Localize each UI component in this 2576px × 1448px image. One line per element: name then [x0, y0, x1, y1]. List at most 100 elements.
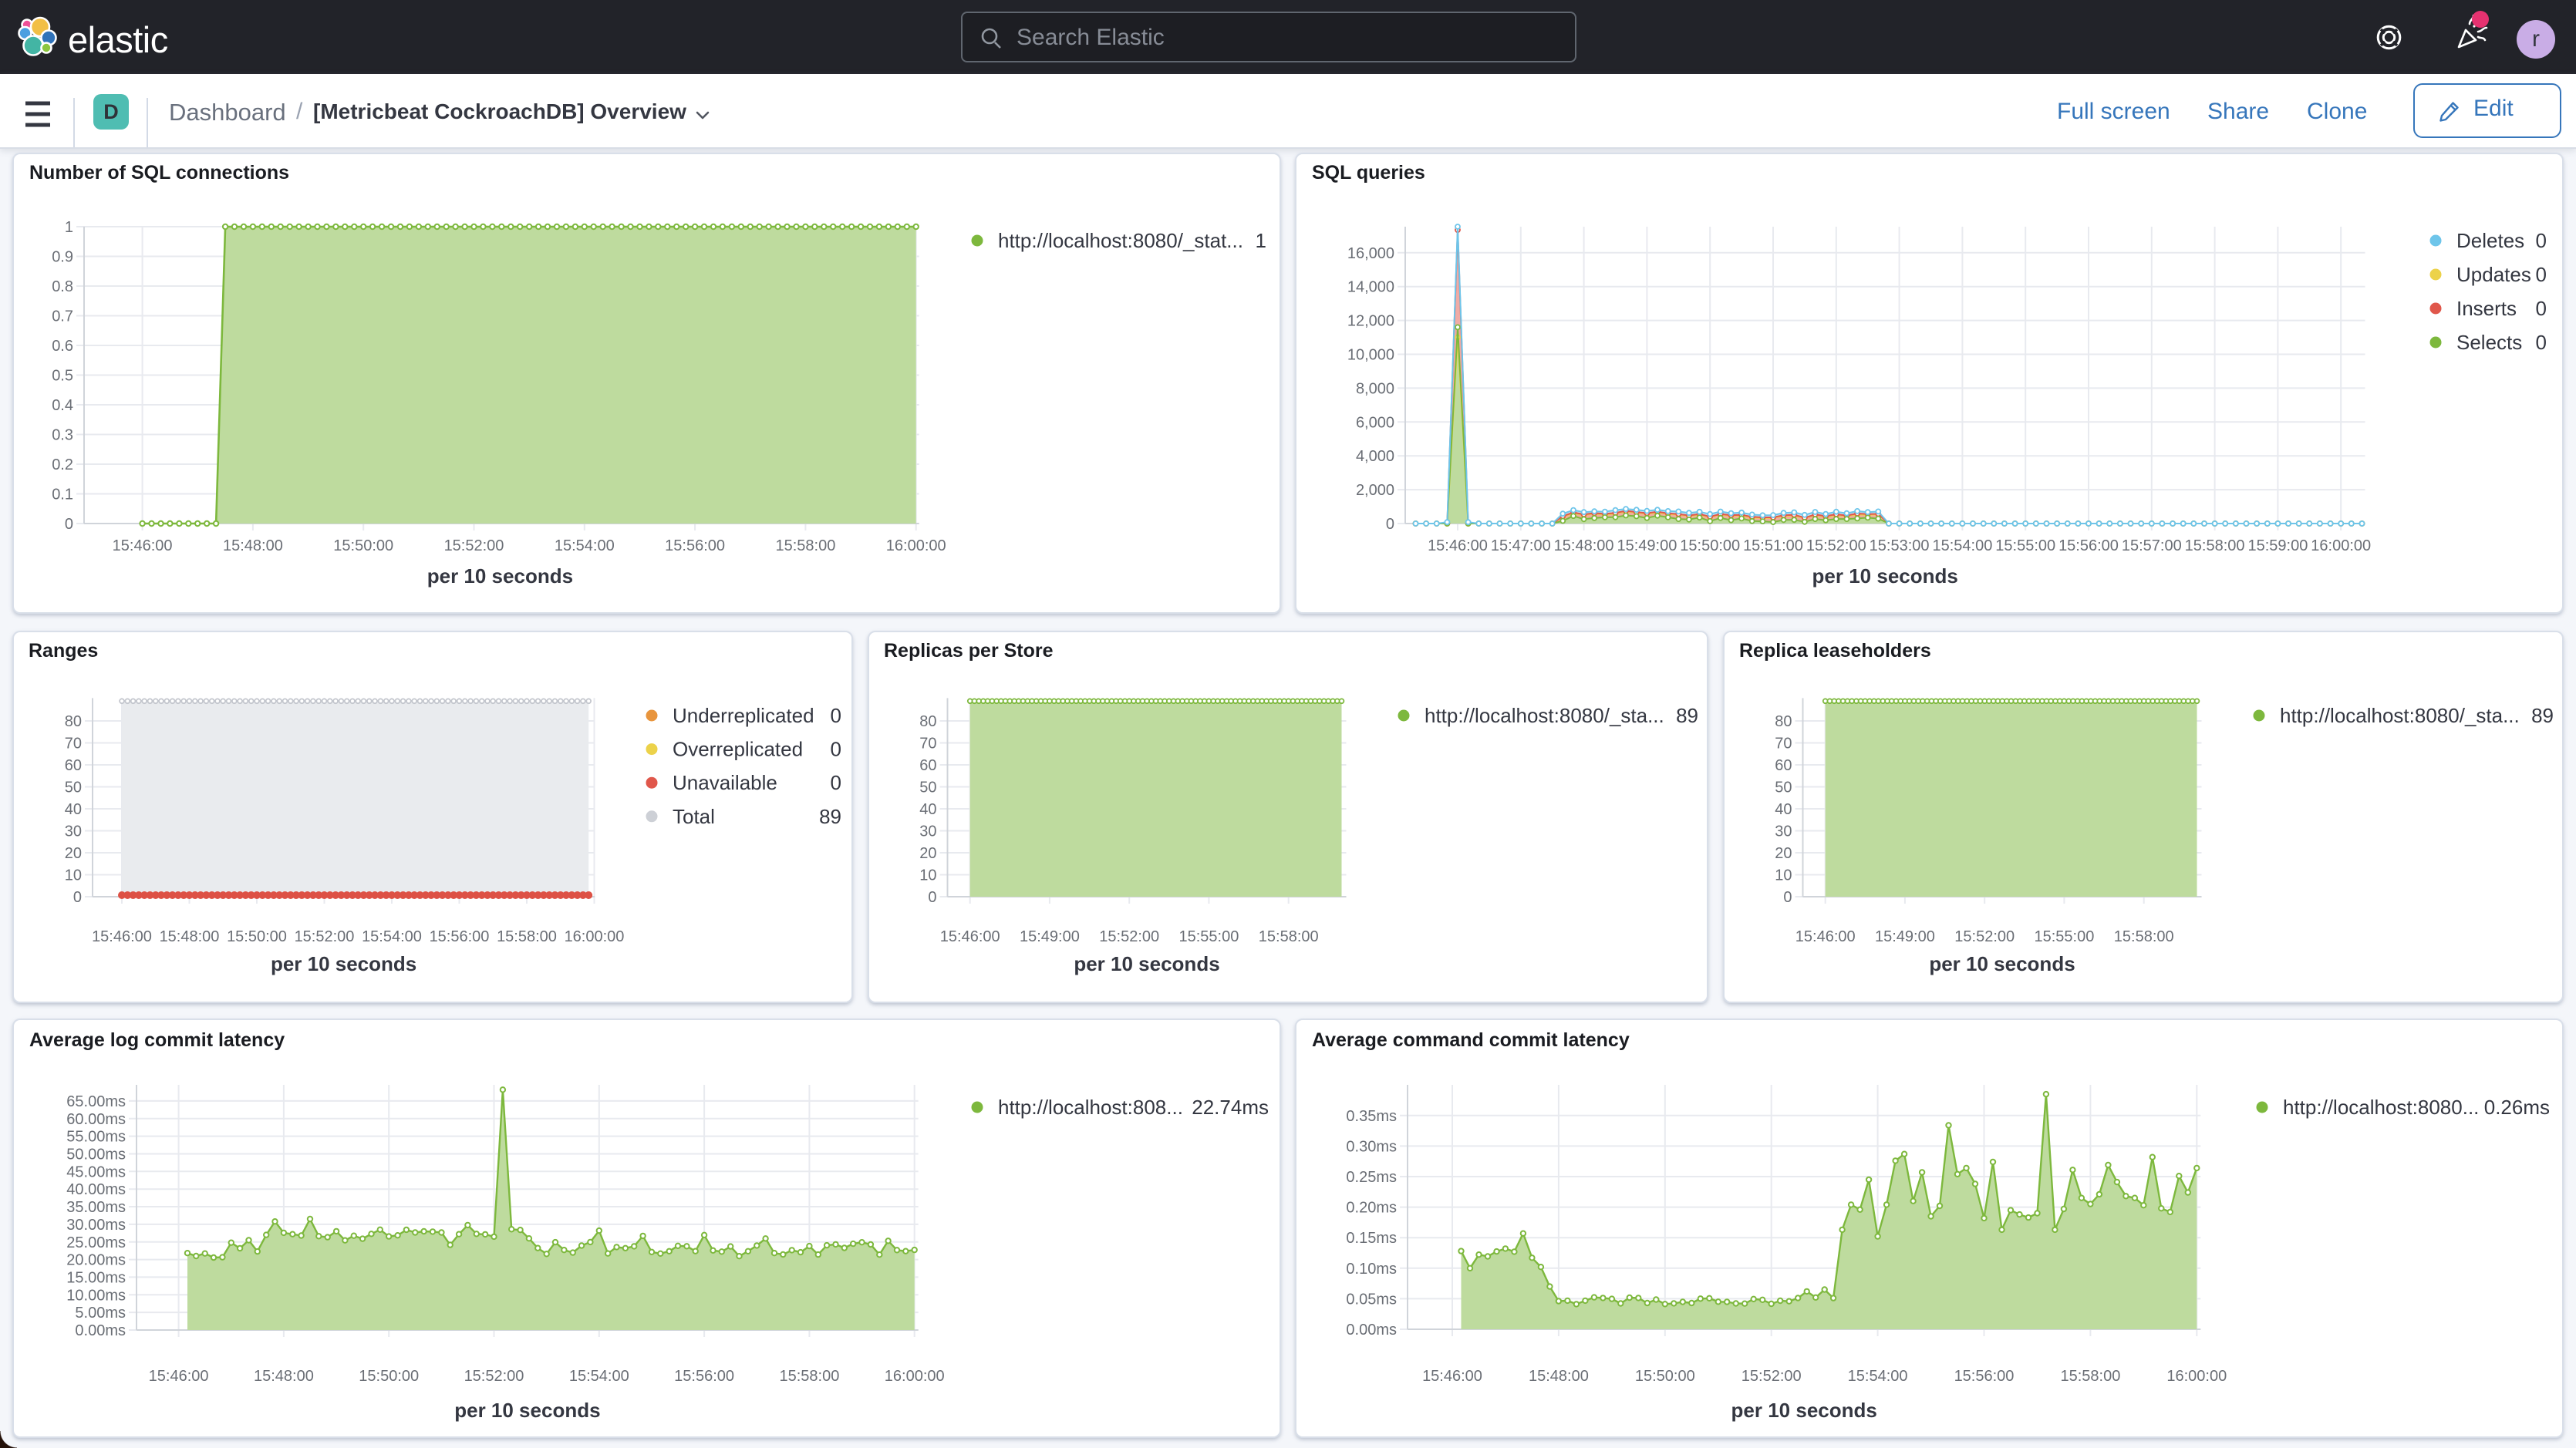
svg-text:15:51:00: 15:51:00 [1743, 537, 1803, 554]
svg-text:15:56:00: 15:56:00 [674, 1368, 734, 1385]
svg-text:Average command commit latency: Average command commit latency [1312, 1029, 1630, 1051]
svg-text:http://localhost:8080/_sta...: http://localhost:8080/_sta... [2280, 704, 2520, 727]
svg-text:12,000: 12,000 [1347, 313, 1394, 330]
svg-text:15:54:00: 15:54:00 [569, 1368, 629, 1385]
svg-text:15:52:00: 15:52:00 [1099, 928, 1159, 945]
svg-text:0.1: 0.1 [52, 487, 73, 503]
svg-text:Deletes: Deletes [2456, 229, 2524, 252]
svg-text:0.7: 0.7 [52, 308, 73, 325]
svg-text:15:54:00: 15:54:00 [1932, 537, 1992, 554]
svg-text:15:46:00: 15:46:00 [1795, 928, 1856, 945]
svg-text:14,000: 14,000 [1347, 279, 1394, 296]
svg-text:15:49:00: 15:49:00 [1875, 928, 1935, 945]
svg-text:55.00ms: 55.00ms [66, 1129, 126, 1146]
svg-text:30: 30 [1775, 823, 1792, 840]
svg-text:15:50:00: 15:50:00 [227, 928, 287, 945]
svg-text:1: 1 [1256, 229, 1266, 252]
svg-text:50.00ms: 50.00ms [66, 1147, 126, 1163]
svg-text:16:00:00: 16:00:00 [2311, 537, 2371, 554]
svg-text:per 10 seconds: per 10 seconds [1074, 952, 1219, 975]
svg-text:0.10ms: 0.10ms [1346, 1261, 1397, 1278]
svg-text:0.8: 0.8 [52, 278, 73, 295]
svg-text:0.2: 0.2 [52, 456, 73, 473]
svg-text:15:54:00: 15:54:00 [362, 928, 422, 945]
svg-text:0: 0 [65, 516, 73, 533]
svg-text:Unavailable: Unavailable [673, 771, 777, 794]
svg-text:70: 70 [65, 736, 82, 753]
svg-text:0: 0 [2536, 229, 2547, 252]
svg-text:89: 89 [1676, 704, 1698, 727]
svg-text:15:56:00: 15:56:00 [665, 537, 725, 554]
svg-text:15:58:00: 15:58:00 [2114, 928, 2174, 945]
svg-text:40.00ms: 40.00ms [66, 1181, 126, 1198]
svg-text:0.35ms: 0.35ms [1346, 1108, 1397, 1125]
svg-text:0.20ms: 0.20ms [1346, 1200, 1397, 1217]
svg-text:15:52:00: 15:52:00 [464, 1368, 524, 1385]
svg-text:15:46:00: 15:46:00 [1422, 1368, 1482, 1385]
svg-text:50: 50 [919, 780, 936, 796]
svg-text:per 10 seconds: per 10 seconds [1929, 952, 2075, 975]
svg-text:Number of SQL connections: Number of SQL connections [29, 162, 289, 184]
svg-text:8,000: 8,000 [1356, 380, 1394, 397]
svg-text:15:48:00: 15:48:00 [223, 537, 283, 554]
svg-text:0: 0 [2536, 297, 2547, 320]
svg-text:30.00ms: 30.00ms [66, 1217, 126, 1234]
svg-text:15:46:00: 15:46:00 [113, 537, 173, 554]
svg-text:40: 40 [919, 801, 936, 818]
svg-text:60: 60 [1775, 757, 1792, 774]
svg-text:15:58:00: 15:58:00 [1259, 928, 1319, 945]
svg-text:89: 89 [2531, 704, 2554, 727]
svg-text:15:52:00: 15:52:00 [295, 928, 355, 945]
svg-text:10.00ms: 10.00ms [66, 1287, 126, 1304]
svg-text:per 10 seconds: per 10 seconds [1812, 564, 1958, 588]
svg-text:50: 50 [1775, 780, 1792, 796]
svg-text:16:00:00: 16:00:00 [2166, 1368, 2227, 1385]
svg-text:15:52:00: 15:52:00 [1741, 1368, 1802, 1385]
svg-text:http://localhost:8080/_stat...: http://localhost:8080/_stat... [998, 229, 1243, 252]
svg-text:15:47:00: 15:47:00 [1491, 537, 1551, 554]
svg-text:30: 30 [65, 823, 82, 840]
svg-text:15:50:00: 15:50:00 [359, 1368, 419, 1385]
svg-text:0: 0 [831, 738, 841, 761]
svg-text:15:58:00: 15:58:00 [2185, 537, 2245, 554]
svg-text:Selects: Selects [2456, 331, 2522, 354]
svg-text:15:52:00: 15:52:00 [444, 537, 504, 554]
svg-text:per 10 seconds: per 10 seconds [271, 952, 416, 975]
svg-text:Average log commit latency: Average log commit latency [29, 1029, 285, 1051]
svg-text:15:48:00: 15:48:00 [1529, 1368, 1589, 1385]
svg-text:15:54:00: 15:54:00 [1848, 1368, 1908, 1385]
svg-text:30: 30 [919, 823, 936, 840]
svg-text:16,000: 16,000 [1347, 245, 1394, 262]
svg-text:15:55:00: 15:55:00 [1178, 928, 1239, 945]
svg-text:22.74ms: 22.74ms [1192, 1096, 1269, 1119]
svg-text:0.26ms: 0.26ms [2484, 1096, 2550, 1119]
svg-text:http://localhost:808...: http://localhost:808... [998, 1096, 1183, 1119]
svg-text:0: 0 [1386, 516, 1394, 533]
svg-text:0.30ms: 0.30ms [1346, 1138, 1397, 1155]
svg-text:15:53:00: 15:53:00 [1870, 537, 1930, 554]
svg-text:65.00ms: 65.00ms [66, 1093, 126, 1110]
svg-text:Overreplicated: Overreplicated [673, 738, 803, 761]
svg-text:http://localhost:8080...: http://localhost:8080... [2283, 1096, 2479, 1119]
svg-text:60: 60 [65, 757, 82, 774]
svg-text:89: 89 [819, 805, 841, 828]
svg-text:per 10 seconds: per 10 seconds [454, 1399, 600, 1422]
svg-text:15:56:00: 15:56:00 [2058, 537, 2119, 554]
svg-text:60.00ms: 60.00ms [66, 1111, 126, 1128]
svg-text:60: 60 [919, 757, 936, 774]
svg-text:0.3: 0.3 [52, 427, 73, 444]
svg-text:15:48:00: 15:48:00 [1554, 537, 1614, 554]
svg-text:15:58:00: 15:58:00 [775, 537, 835, 554]
svg-text:Replica leaseholders: Replica leaseholders [1739, 640, 1931, 662]
svg-text:20.00ms: 20.00ms [66, 1252, 126, 1269]
svg-text:15:50:00: 15:50:00 [1635, 1368, 1695, 1385]
svg-text:15.00ms: 15.00ms [66, 1269, 126, 1286]
svg-text:15:55:00: 15:55:00 [2034, 928, 2094, 945]
svg-text:15:46:00: 15:46:00 [1428, 537, 1488, 554]
svg-text:Inserts: Inserts [2456, 297, 2517, 320]
svg-text:10: 10 [919, 867, 936, 884]
svg-text:16:00:00: 16:00:00 [885, 1368, 945, 1385]
svg-text:45.00ms: 45.00ms [66, 1163, 126, 1180]
svg-text:10: 10 [1775, 867, 1792, 884]
svg-text:0.00ms: 0.00ms [75, 1322, 126, 1339]
